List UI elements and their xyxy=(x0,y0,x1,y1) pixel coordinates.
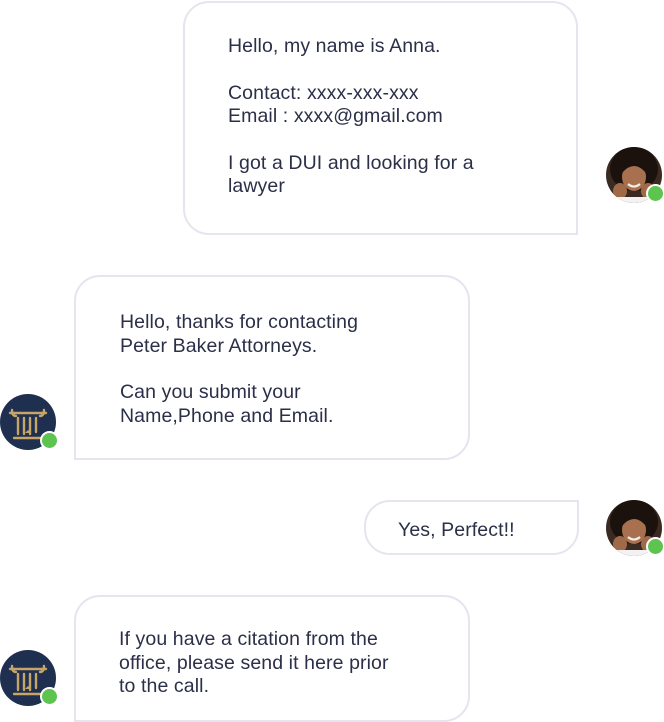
user-avatar[interactable] xyxy=(606,147,664,203)
user-message-bubble: Yes, Perfect!! xyxy=(364,500,579,555)
message-line: Contact: xxxx-xxx-xxx xyxy=(228,81,419,104)
online-status-indicator xyxy=(40,431,59,450)
message-paragraph: Contact: xxxx-xxx-xxx Email : xxxx@gmail… xyxy=(228,82,576,129)
message-paragraph: If you have a citation from the office, … xyxy=(119,628,468,699)
message-line: office, please send it here prior xyxy=(119,651,389,674)
message-paragraph: I got a DUI and looking for a lawyer xyxy=(228,152,576,199)
user-message-bubble: Hello, my name is Anna. Contact: xxxx-xx… xyxy=(183,1,578,235)
message-line: Hello, thanks for contacting xyxy=(120,311,359,333)
attorney-avatar[interactable] xyxy=(0,650,59,706)
attorney-message-bubble: Hello, thanks for contacting Peter Baker… xyxy=(74,275,470,460)
message-line: Email : xxxx@gmail.com xyxy=(228,105,443,127)
message-line: lawyer xyxy=(228,175,285,197)
online-status-indicator xyxy=(646,537,664,556)
attorney-message-bubble: If you have a citation from the office, … xyxy=(74,595,470,722)
message-paragraph: Hello, thanks for contacting Peter Baker… xyxy=(120,311,468,358)
message-line: to the call. xyxy=(119,675,210,697)
message-line: Name,Phone and Email. xyxy=(120,404,334,427)
message-line: If you have a citation from the xyxy=(119,628,378,650)
attorney-avatar[interactable] xyxy=(0,394,59,450)
online-status-indicator xyxy=(646,184,664,203)
message-line: Hello, my name is Anna. xyxy=(228,35,441,57)
message-line: Peter Baker Attorneys. xyxy=(120,334,318,357)
message-paragraph: Can you submit your Name,Phone and Email… xyxy=(120,381,468,428)
user-avatar[interactable] xyxy=(606,500,664,556)
message-line: I got a DUI and looking for a xyxy=(228,151,474,174)
message-paragraph: Yes, Perfect!! xyxy=(398,519,577,543)
message-line: Can you submit your xyxy=(120,381,301,403)
online-status-indicator xyxy=(40,687,59,706)
message-line: Yes, Perfect!! xyxy=(398,519,515,541)
message-paragraph: Hello, my name is Anna. xyxy=(228,35,576,59)
